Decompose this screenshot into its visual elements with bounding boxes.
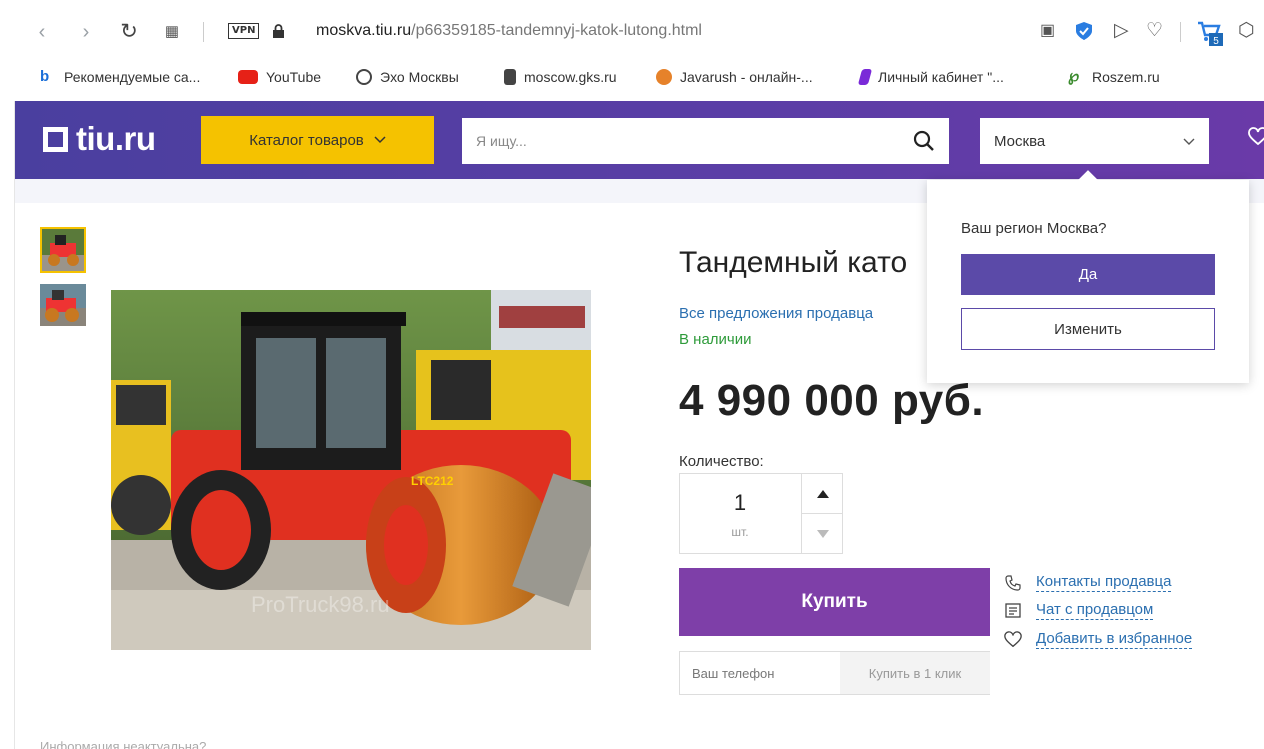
- divider: [203, 22, 204, 42]
- bookmark-recommended[interactable]: b Рекомендуемые са...: [40, 68, 201, 86]
- bookmark-label: Эхо Москвы: [380, 69, 459, 85]
- bookmark-roszem[interactable]: ℘ Roszem.ru: [1068, 68, 1160, 86]
- chevron-down-icon: [1183, 138, 1195, 145]
- bookmark-label: Roszem.ru: [1092, 69, 1160, 85]
- vpn-badge[interactable]: VPN: [228, 23, 260, 39]
- bookmark-label: Javarush - онлайн-...: [680, 69, 813, 85]
- url-path: /p66359185-tandemnyj-katok-lutong.html: [411, 22, 702, 39]
- seller-offers-link[interactable]: Все предложения продавца: [679, 305, 873, 322]
- heart-icon[interactable]: ♡: [1146, 19, 1163, 43]
- bookmark-javarush[interactable]: Javarush - онлайн-...: [656, 69, 813, 85]
- region-value: Москва: [994, 132, 1046, 150]
- echo-icon: [356, 69, 372, 85]
- add-favorite-link[interactable]: Добавить в избранное: [1004, 630, 1193, 649]
- catalog-label: Каталог товаров: [249, 131, 364, 149]
- favorites-heart-icon[interactable]: [1248, 127, 1264, 147]
- shield-icon[interactable]: [1074, 21, 1094, 41]
- javarush-icon: [656, 69, 672, 85]
- lock-icon[interactable]: [272, 24, 285, 38]
- stock-status: В наличии: [679, 331, 752, 348]
- image-watermark: ProTruck98.ru: [251, 592, 390, 617]
- bookmark-label: moscow.gks.ru: [524, 69, 617, 85]
- logo-text: tiu.ru: [76, 120, 156, 157]
- bookmark-gks[interactable]: moscow.gks.ru: [504, 69, 617, 85]
- roller-thumbnail-image: [42, 229, 84, 271]
- catalog-button[interactable]: Каталог товаров: [201, 116, 434, 164]
- site-header: tiu.ru Каталог товаров Москва: [15, 101, 1264, 179]
- browser-chrome: ‹ › ↻ ▦ VPN moskva.tiu.ru/p66359185-tand…: [0, 0, 1264, 100]
- region-change-button[interactable]: Изменить: [961, 308, 1215, 350]
- send-icon[interactable]: ▷: [1114, 19, 1129, 43]
- address-bar-row: ‹ › ↻ ▦ VPN moskva.tiu.ru/p66359185-tand…: [0, 0, 1264, 64]
- roller-thumbnail-image: [40, 284, 86, 326]
- chat-icon: [1005, 602, 1021, 618]
- bookmarks-bar: b Рекомендуемые са... YouTube Эхо Москвы…: [0, 62, 1264, 96]
- left-edge: [0, 101, 15, 749]
- youtube-icon: [238, 70, 258, 84]
- quantity-label: Количество:: [679, 453, 764, 470]
- seller-contacts-link[interactable]: Контакты продавца: [1004, 573, 1172, 592]
- bookmark-label: YouTube: [266, 69, 322, 85]
- quantity-value[interactable]: 1: [680, 490, 800, 516]
- apps-icon[interactable]: ▦: [160, 18, 184, 46]
- region-yes-button[interactable]: Да: [961, 254, 1215, 295]
- document-icon: [504, 69, 516, 85]
- road-roller-photo: LTC212 ProTruck98.ru: [111, 290, 591, 650]
- product-price: 4 990 000 руб.: [679, 376, 985, 425]
- triangle-up-icon: [816, 489, 829, 498]
- bookmark-youtube[interactable]: YouTube: [238, 69, 321, 85]
- box-icon[interactable]: ⬡: [1238, 19, 1255, 43]
- url-domain: moskva.tiu.ru: [316, 22, 412, 39]
- buy-button[interactable]: Купить: [679, 568, 990, 636]
- region-confirm-popover: Ваш регион Москва? Да Изменить: [927, 170, 1249, 383]
- bookmark-echo[interactable]: Эхо Москвы: [356, 69, 459, 85]
- info-outdated-text[interactable]: Информация неактуальна?: [40, 739, 206, 749]
- logo-square-icon: [43, 126, 68, 152]
- svg-text:LTC212: LTC212: [411, 474, 454, 488]
- bookmark-cabinet[interactable]: Личный кабинет "...: [857, 69, 1004, 85]
- site-logo[interactable]: tiu.ru: [43, 120, 156, 158]
- quantity-unit: шт.: [731, 525, 749, 539]
- heart-icon: [1004, 630, 1022, 647]
- product-main-image[interactable]: LTC212 ProTruck98.ru: [111, 290, 591, 650]
- search-icon[interactable]: [913, 130, 935, 152]
- phone-input[interactable]: [680, 652, 840, 694]
- seller-chat-link[interactable]: Чат с продавцом: [1004, 601, 1154, 620]
- phone-icon: [1005, 574, 1021, 591]
- reload-icon[interactable]: ↻: [117, 18, 141, 46]
- forward-icon[interactable]: ›: [74, 18, 98, 46]
- cart-badge: 5: [1213, 36, 1219, 47]
- divider: [1180, 22, 1181, 42]
- bookmark-label: Рекомендуемые са...: [64, 69, 201, 85]
- product-title: Тандемный като: [679, 246, 908, 279]
- triangle-down-icon: [816, 530, 829, 538]
- cabinet-icon: [857, 69, 873, 85]
- cart-icon[interactable]: 5: [1196, 19, 1226, 49]
- region-select[interactable]: Москва: [980, 118, 1209, 164]
- chevron-down-icon: [374, 136, 386, 144]
- one-click-buy-button[interactable]: Купить в 1 клик: [840, 652, 990, 694]
- bookmark-label: Личный кабинет "...: [878, 69, 1004, 85]
- search-input[interactable]: [462, 118, 902, 164]
- camera-icon[interactable]: ▣: [1040, 19, 1055, 43]
- back-icon[interactable]: ‹: [30, 18, 54, 46]
- url-field[interactable]: moskva.tiu.ru/p66359185-tandemnyj-katok-…: [316, 22, 702, 40]
- link-label: Контакты продавца: [1036, 573, 1172, 592]
- quantity-stepper: 1 шт.: [679, 473, 843, 554]
- search-box: [462, 118, 949, 164]
- region-question: Ваш регион Москва?: [961, 220, 1107, 237]
- roszem-icon: ℘: [1068, 68, 1080, 85]
- thumbnail-2[interactable]: [40, 284, 86, 326]
- quantity-decrease-button[interactable]: [802, 514, 843, 554]
- link-label: Добавить в избранное: [1036, 630, 1193, 649]
- link-label: Чат с продавцом: [1036, 601, 1154, 620]
- quantity-increase-button[interactable]: [802, 474, 843, 514]
- one-click-form: Купить в 1 клик: [679, 651, 990, 695]
- bing-icon: b: [40, 68, 50, 85]
- thumbnail-1[interactable]: [40, 227, 86, 273]
